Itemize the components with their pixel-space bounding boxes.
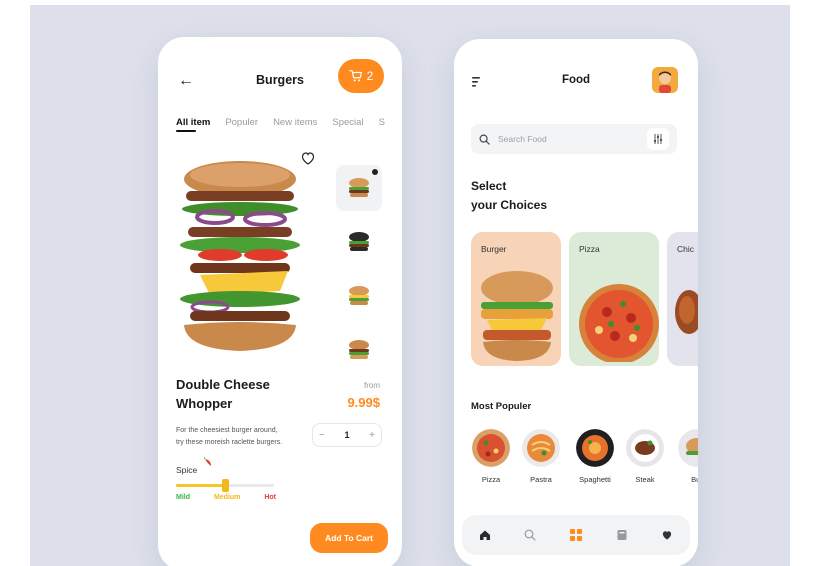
choice-card-burger[interactable]: Burger [471, 232, 561, 366]
home-icon [479, 530, 490, 540]
nav-menu[interactable] [569, 528, 583, 542]
nav-favorites[interactable] [660, 528, 674, 542]
price-from-label: from [364, 381, 380, 390]
choices-heading-line2: your Choices [471, 198, 548, 212]
product-name-line1: Double Cheese [176, 377, 270, 392]
product-detail-screen: ← Burgers 2 All item Populer New items S… [158, 37, 402, 566]
filter-button[interactable] [647, 128, 669, 150]
tab-all-item[interactable]: All item [176, 117, 210, 128]
choice-card-pizza[interactable]: Pizza [569, 232, 659, 366]
search-icon [524, 529, 536, 541]
spice-levels: Mild Medium Hot [176, 494, 276, 501]
chicken-image [675, 290, 698, 334]
black-burger-thumb-icon [349, 232, 369, 251]
tab-new-items[interactable]: New items [273, 117, 317, 128]
nav-orders[interactable] [615, 528, 629, 542]
variant-thumb-4[interactable] [336, 327, 382, 373]
popular-label: Bur [691, 475, 698, 484]
showcase-background: ← Burgers 2 All item Populer New items S… [30, 5, 790, 566]
heart-icon [663, 531, 672, 540]
description-line1: For the cheesiest burger around, [176, 427, 278, 434]
chili-icon [203, 457, 211, 466]
popular-label: Steak [635, 475, 655, 484]
cart-button[interactable]: 2 [338, 59, 384, 93]
product-name: Double Cheese Whopper [176, 375, 316, 413]
nav-home[interactable] [478, 528, 492, 542]
quantity-stepper: − 1 + [312, 423, 382, 447]
burger-image [481, 271, 553, 361]
active-tab-indicator [176, 130, 196, 132]
popular-label: Spaghetti [579, 475, 611, 484]
quantity-value: 1 [344, 430, 350, 440]
variant-thumb-1[interactable] [336, 165, 382, 211]
variant-list [336, 165, 382, 381]
burger-thumb-icon [349, 286, 369, 305]
pizza-thumb [472, 429, 510, 467]
spice-label: Spice [176, 465, 198, 475]
popular-item-spaghetti[interactable]: Spaghetti [575, 429, 615, 484]
category-tabs: All item Populer New items Special S [176, 117, 385, 128]
product-price: 9.99$ [347, 395, 380, 410]
choice-card-chicken[interactable]: Chic [667, 232, 698, 366]
popular-item-burger[interactable]: Bur [677, 429, 698, 484]
spice-level-medium: Medium [213, 494, 241, 501]
burger-hero-image [180, 161, 300, 351]
burger-thumb-icon [349, 178, 369, 197]
product-description: For the cheesiest burger around, try the… [176, 425, 306, 449]
spice-slider-handle[interactable] [222, 479, 229, 492]
food-home-screen: Food Search Food Select your Choices Bur… [454, 39, 698, 566]
decrease-button[interactable]: − [319, 430, 325, 441]
cart-icon [348, 70, 362, 82]
add-to-cart-button[interactable]: Add To Cart [310, 523, 388, 553]
avatar[interactable] [652, 67, 678, 93]
variant-thumb-3[interactable] [336, 273, 382, 319]
tab-more[interactable]: S [379, 117, 385, 128]
search-input[interactable]: Search Food [498, 134, 639, 144]
nav-search[interactable] [523, 528, 537, 542]
popular-label: Pizza [481, 475, 501, 484]
spice-level-mild: Mild [176, 494, 190, 501]
spaghetti-thumb [576, 429, 614, 467]
spice-level-hot: Hot [264, 494, 276, 501]
popular-item-pizza[interactable]: Pizza [471, 429, 511, 484]
selected-dot [372, 169, 378, 175]
spice-slider[interactable] [176, 479, 274, 492]
grid-icon [569, 529, 582, 541]
steak-thumb [626, 429, 664, 467]
most-popular-heading: Most Populer [471, 401, 532, 412]
popular-item-pastra[interactable]: Pastra [521, 429, 561, 484]
variant-thumb-2[interactable] [336, 219, 382, 265]
tab-special[interactable]: Special [332, 117, 363, 128]
tab-populer[interactable]: Populer [225, 117, 258, 128]
description-line2: try these moreish raclette burgers. [176, 439, 283, 446]
bottom-navigation [462, 515, 690, 555]
filter-sliders-icon [654, 134, 662, 144]
pasta-thumb [522, 429, 560, 467]
cart-count: 2 [366, 69, 374, 83]
choice-label: Pizza [579, 244, 600, 254]
choice-cards: Burger Pizza Chic [471, 232, 698, 366]
product-name-line2: Whopper [176, 396, 233, 411]
burger-thumb-icon [349, 340, 369, 359]
increase-button[interactable]: + [369, 430, 375, 441]
popular-label: Pastra [530, 475, 552, 484]
popular-item-steak[interactable]: Steak [625, 429, 665, 484]
choice-label: Chic [677, 244, 695, 254]
burger-thumb [678, 429, 698, 467]
choice-label: Burger [481, 244, 507, 254]
spice-slider-fill [176, 484, 225, 487]
choices-heading: Select your Choices [471, 177, 547, 215]
bag-icon [617, 530, 627, 540]
choices-heading-line1: Select [471, 179, 507, 193]
pizza-image [579, 284, 659, 362]
search-bar[interactable]: Search Food [471, 124, 677, 154]
search-icon [479, 134, 490, 145]
popular-list: Pizza Pastra Spaghetti Steak Bur [471, 429, 698, 489]
